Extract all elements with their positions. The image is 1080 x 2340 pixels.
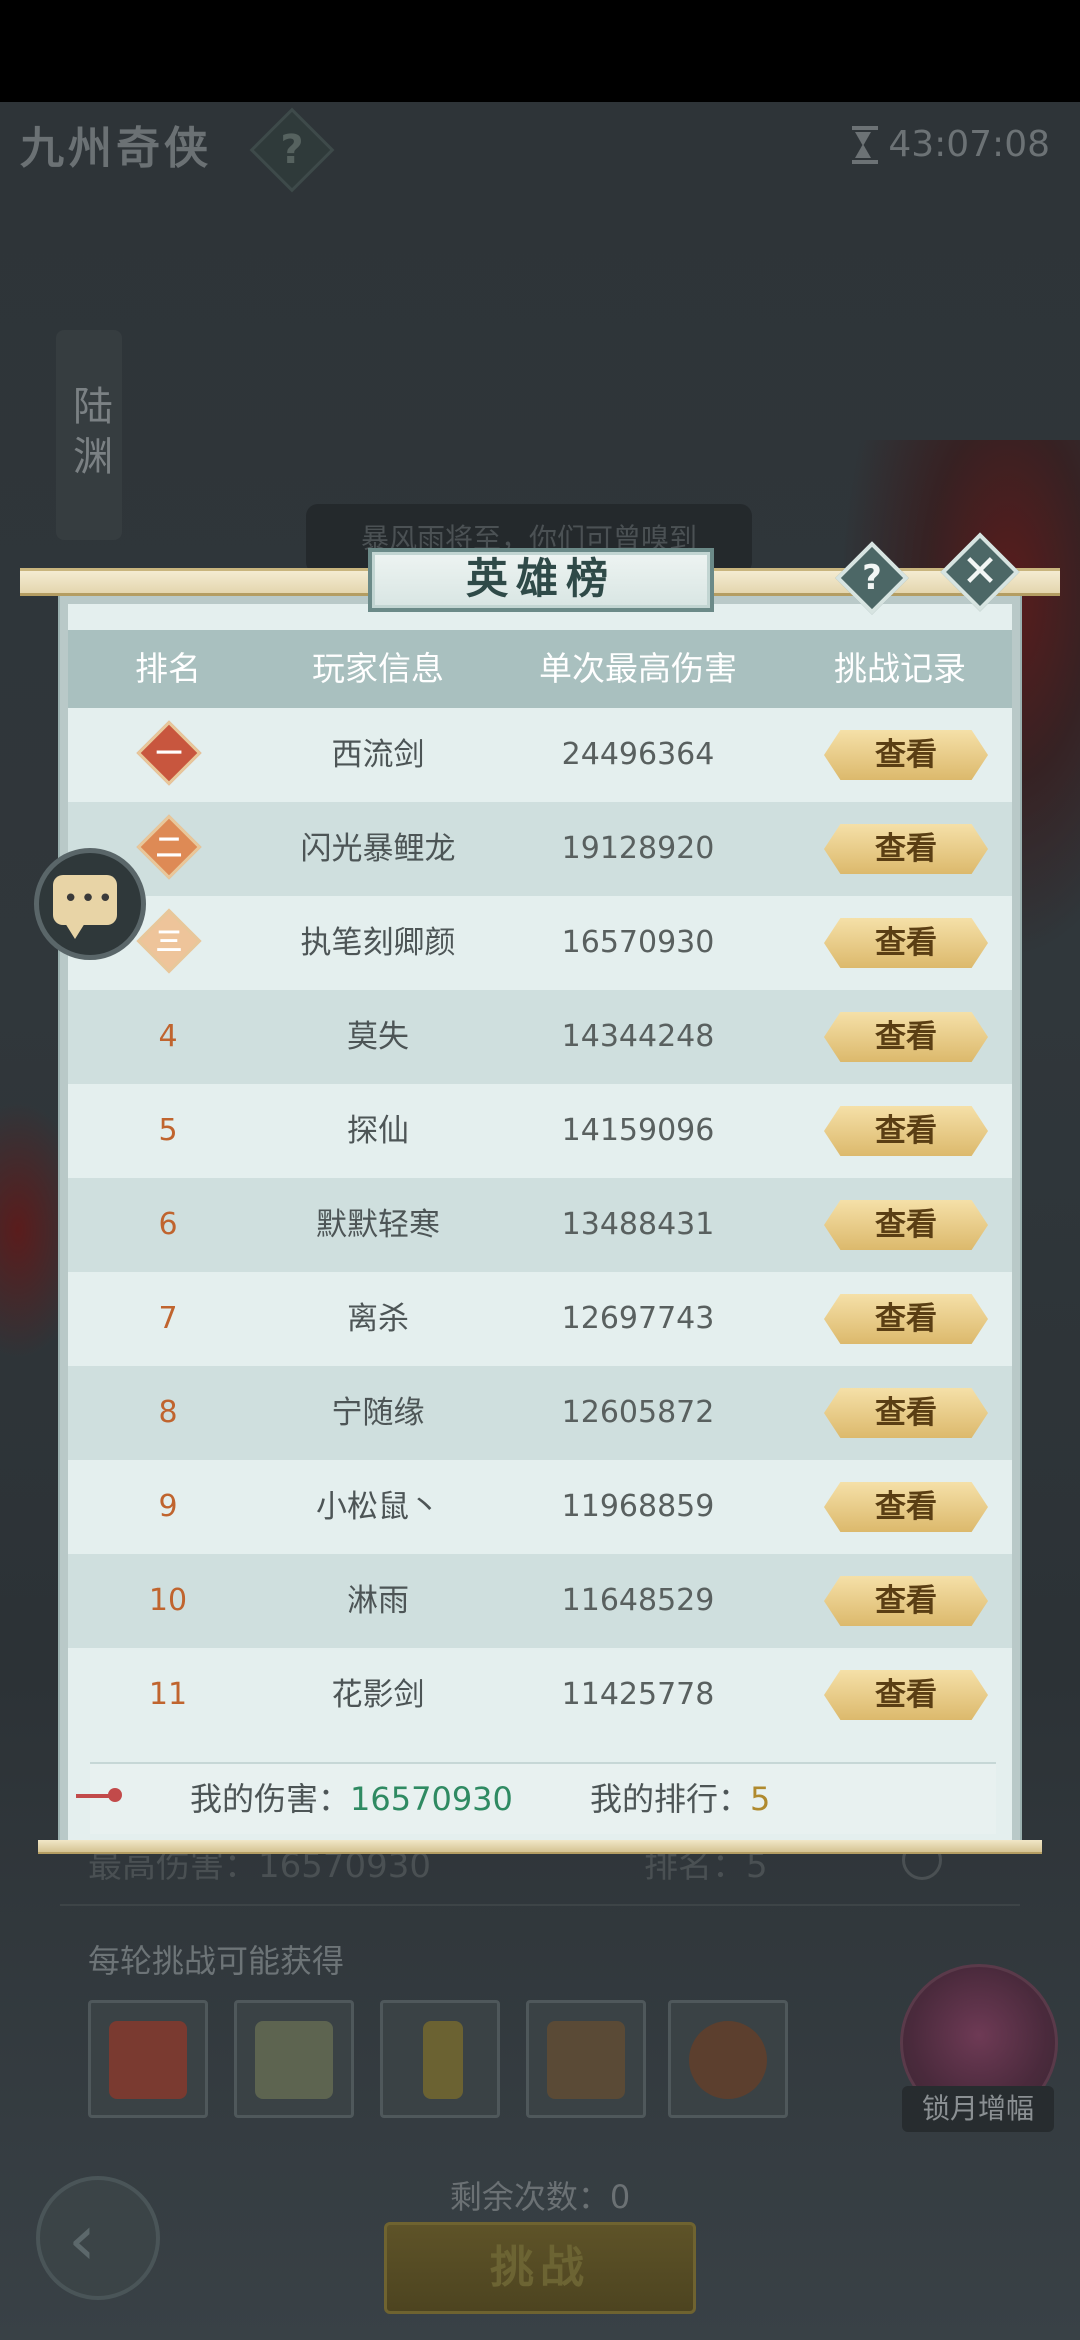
table-row: 一 西流剑 24496364 查看 — [68, 708, 1012, 802]
column-header-rank: 排名 — [135, 649, 201, 688]
table-row: 5 探仙 14159096 查看 — [68, 1084, 1012, 1178]
treasure-chest-icon — [109, 2021, 187, 2099]
player-name: 离杀 — [347, 1301, 409, 1337]
view-record-button[interactable]: 查看 — [824, 1106, 988, 1156]
damage-value: 11968859 — [561, 1489, 715, 1524]
column-header-damage: 单次最高伤害 — [539, 649, 737, 688]
scroll-fragment-icon — [255, 2021, 333, 2099]
jade-token-icon — [423, 2021, 463, 2099]
my-damage-value: 16570930 — [350, 1780, 513, 1818]
player-name: 宁随缘 — [331, 1395, 425, 1431]
my-rank-value: 5 — [750, 1780, 771, 1818]
table-row: 4 莫失 14344248 查看 — [68, 990, 1012, 1084]
leaderboard-list: 一 西流剑 24496364 查看 二 闪光暴鲤龙 19128920 查看 三 … — [68, 708, 1012, 1742]
table-row: 10 淋雨 11648529 查看 — [68, 1554, 1012, 1648]
rank-number: 10 — [148, 1583, 188, 1618]
rank-number: 7 — [158, 1301, 178, 1336]
damage-value: 12605872 — [561, 1395, 715, 1430]
bronze-cauldron-icon — [547, 2021, 625, 2099]
rank-medal-bronze: 三 — [136, 908, 202, 974]
table-row: 7 离杀 12697743 查看 — [68, 1272, 1012, 1366]
damage-value: 16570930 — [561, 925, 715, 960]
timer-text: 43:07:08 — [888, 124, 1050, 165]
view-record-button[interactable]: 查看 — [824, 1388, 988, 1438]
table-row: 9 小松鼠丶 11968859 查看 — [68, 1460, 1012, 1554]
view-record-button[interactable]: 查看 — [824, 1200, 988, 1250]
damage-value: 11648529 — [561, 1583, 715, 1618]
back-arrow-icon: ‹ — [68, 2199, 96, 2281]
damage-value: 13488431 — [561, 1207, 715, 1242]
question-icon: ? — [280, 127, 304, 173]
rank-number: 9 — [158, 1489, 178, 1524]
my-damage: 我的伤害：16570930 — [190, 1780, 513, 1818]
reward-slot-cauldron[interactable] — [526, 2000, 646, 2118]
player-name: 花影剑 — [331, 1677, 425, 1713]
view-record-button[interactable]: 查看 — [824, 1482, 988, 1532]
rank-number: 8 — [158, 1395, 178, 1430]
chat-button[interactable]: ••• — [34, 848, 146, 960]
view-record-button[interactable]: 查看 — [824, 1012, 988, 1062]
view-record-button[interactable]: 查看 — [824, 1294, 988, 1344]
view-record-button[interactable]: 查看 — [824, 824, 988, 874]
player-name: 执笔刻卿颜 — [300, 925, 456, 961]
back-button[interactable]: ‹ — [36, 2176, 160, 2300]
table-row: 6 默默轻寒 13488431 查看 — [68, 1178, 1012, 1272]
damage-value: 12697743 — [561, 1301, 715, 1336]
rank-medal-gold: 一 — [136, 720, 202, 786]
status-bar — [0, 0, 1080, 102]
damage-value: 19128920 — [561, 831, 715, 866]
reward-title: 每轮挑战可能获得 — [88, 1942, 345, 1980]
question-icon: ? — [862, 558, 882, 598]
leaderboard-title: 英雄榜 — [368, 548, 714, 612]
column-header-player: 玩家信息 — [312, 649, 444, 688]
divider — [60, 1904, 1020, 1906]
moon-buff-label: 锁月增幅 — [902, 2086, 1054, 2132]
challenge-button[interactable]: 挑战 — [384, 2222, 696, 2314]
rank-number: 11 — [148, 1677, 188, 1712]
damage-value: 14344248 — [561, 1019, 715, 1054]
player-name: 西流剑 — [331, 737, 425, 773]
damage-value: 24496364 — [561, 737, 715, 772]
player-name: 默默轻寒 — [316, 1207, 440, 1243]
copper-coin-icon — [689, 2021, 767, 2099]
damage-value: 14159096 — [561, 1113, 715, 1148]
table-row: 二 闪光暴鲤龙 19128920 查看 — [68, 802, 1012, 896]
view-record-button[interactable]: 查看 — [824, 730, 988, 780]
player-name: 淋雨 — [347, 1583, 409, 1619]
pin-icon — [76, 1788, 122, 1802]
view-record-button[interactable]: 查看 — [824, 1670, 988, 1720]
reward-slot-chest[interactable] — [88, 2000, 208, 2118]
player-name: 小松鼠丶 — [316, 1489, 440, 1525]
rank-number: 4 — [158, 1019, 178, 1054]
reward-slot-token[interactable] — [380, 2000, 500, 2118]
table-row: 三 执笔刻卿颜 16570930 查看 — [68, 896, 1012, 990]
close-icon: ✕ — [961, 546, 999, 597]
countdown-timer: 43:07:08 — [852, 124, 1050, 165]
table-row: 11 花影剑 11425778 查看 — [68, 1648, 1012, 1742]
reward-slot-scroll[interactable] — [234, 2000, 354, 2118]
rank-number: 5 — [158, 1113, 178, 1148]
game-title: 九州奇侠 — [20, 123, 212, 174]
scroll-bottom-rod — [38, 1840, 1042, 1854]
remaining-attempts: 剩余次数：0 — [449, 2178, 631, 2216]
player-name: 探仙 — [347, 1113, 409, 1149]
column-header-record: 挑战记录 — [834, 649, 966, 688]
player-name: 莫失 — [347, 1019, 409, 1055]
reward-slot-coin[interactable] — [668, 2000, 788, 2118]
rank-medal-silver: 二 — [136, 814, 202, 880]
my-rank: 我的排行：5 — [590, 1780, 771, 1818]
hourglass-icon — [852, 125, 879, 164]
view-record-button[interactable]: 查看 — [824, 918, 988, 968]
damage-value: 11425778 — [561, 1677, 715, 1712]
player-name: 闪光暴鲤龙 — [300, 831, 456, 867]
boss-name-banner: 陆渊 — [56, 330, 122, 540]
table-row: 8 宁随缘 12605872 查看 — [68, 1366, 1012, 1460]
rank-number: 6 — [158, 1207, 178, 1242]
table-header: 排名 玩家信息 单次最高伤害 挑战记录 — [68, 630, 1012, 708]
view-record-button[interactable]: 查看 — [824, 1576, 988, 1626]
